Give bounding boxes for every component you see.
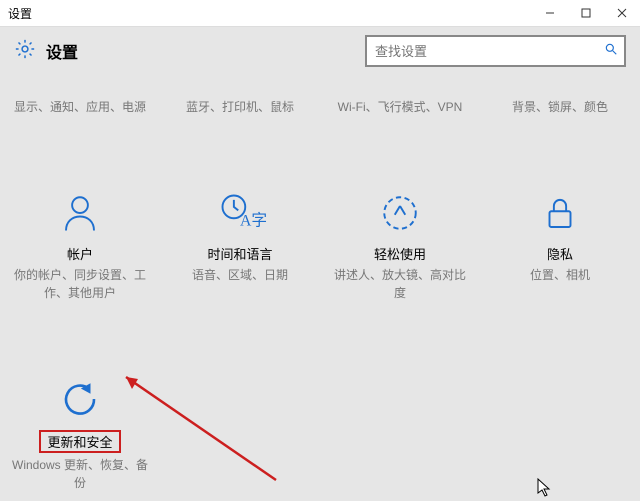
tile-sub: 讲述人、放大镜、高对比度: [326, 267, 474, 302]
tile-title: 时间和语言: [207, 244, 272, 263]
tile-sub: Windows 更新、恢复、备份: [6, 457, 154, 492]
tile-network[interactable]: Wi-Fi、飞行模式、VPN: [320, 99, 480, 124]
tile-sub: 位置、相机: [524, 267, 596, 284]
tile-title: 帐户: [67, 244, 93, 263]
search-icon: [604, 42, 618, 61]
tile-time-language[interactable]: A字 时间和语言 语音、区域、日期: [160, 182, 320, 310]
category-row-3: 更新和安全 Windows 更新、恢复、备份: [0, 368, 640, 500]
window-controls: [532, 0, 640, 26]
tile-sub: 蓝牙、打印机、鼠标: [180, 99, 300, 116]
close-button[interactable]: [604, 0, 640, 26]
window-title: 设置: [0, 5, 32, 22]
titlebar: 设置: [0, 0, 640, 27]
header: 设置: [0, 27, 640, 83]
tile-accounts[interactable]: 帐户 你的帐户、同步设置、工作、其他用户: [0, 182, 160, 310]
tile-sub: Wi-Fi、飞行模式、VPN: [332, 99, 469, 116]
update-icon: [59, 378, 101, 420]
tile-sub: 显示、通知、应用、电源: [8, 99, 152, 116]
svg-text:A字: A字: [240, 212, 267, 230]
header-left: 设置: [14, 38, 78, 65]
tile-title-highlighted: 更新和安全: [39, 430, 120, 457]
tile-devices[interactable]: 蓝牙、打印机、鼠标: [160, 99, 320, 124]
category-row-2: 帐户 你的帐户、同步设置、工作、其他用户 A字 时间和语言 语音、区域、日期 轻…: [0, 124, 640, 310]
search-input[interactable]: [373, 43, 604, 60]
tile-system[interactable]: 显示、通知、应用、电源: [0, 99, 160, 124]
ease-of-access-icon: [379, 192, 421, 234]
gear-icon: [14, 38, 36, 65]
category-row-1-subs: 显示、通知、应用、电源 蓝牙、打印机、鼠标 Wi-Fi、飞行模式、VPN 背景、…: [0, 99, 640, 124]
clock-language-icon: A字: [219, 192, 261, 234]
tile-title: 轻松使用: [374, 244, 426, 263]
tile-sub: 语音、区域、日期: [186, 267, 294, 284]
minimize-button[interactable]: [532, 0, 568, 26]
tile-title: 隐私: [547, 244, 573, 263]
tile-update-security[interactable]: 更新和安全 Windows 更新、恢复、备份: [0, 368, 160, 500]
tile-ease-of-access[interactable]: 轻松使用 讲述人、放大镜、高对比度: [320, 182, 480, 310]
lock-icon: [539, 192, 581, 234]
user-icon: [59, 192, 101, 234]
tile-sub: 背景、锁屏、颜色: [506, 99, 614, 116]
maximize-button[interactable]: [568, 0, 604, 26]
tile-privacy[interactable]: 隐私 位置、相机: [480, 182, 640, 310]
category-row-1: [0, 83, 640, 99]
brand-title: 设置: [46, 39, 78, 63]
tile-sub: 你的帐户、同步设置、工作、其他用户: [6, 267, 154, 302]
search-box[interactable]: [365, 35, 626, 67]
tile-personalization[interactable]: 背景、锁屏、颜色: [480, 99, 640, 124]
tile-title: 更新和安全: [39, 430, 120, 453]
